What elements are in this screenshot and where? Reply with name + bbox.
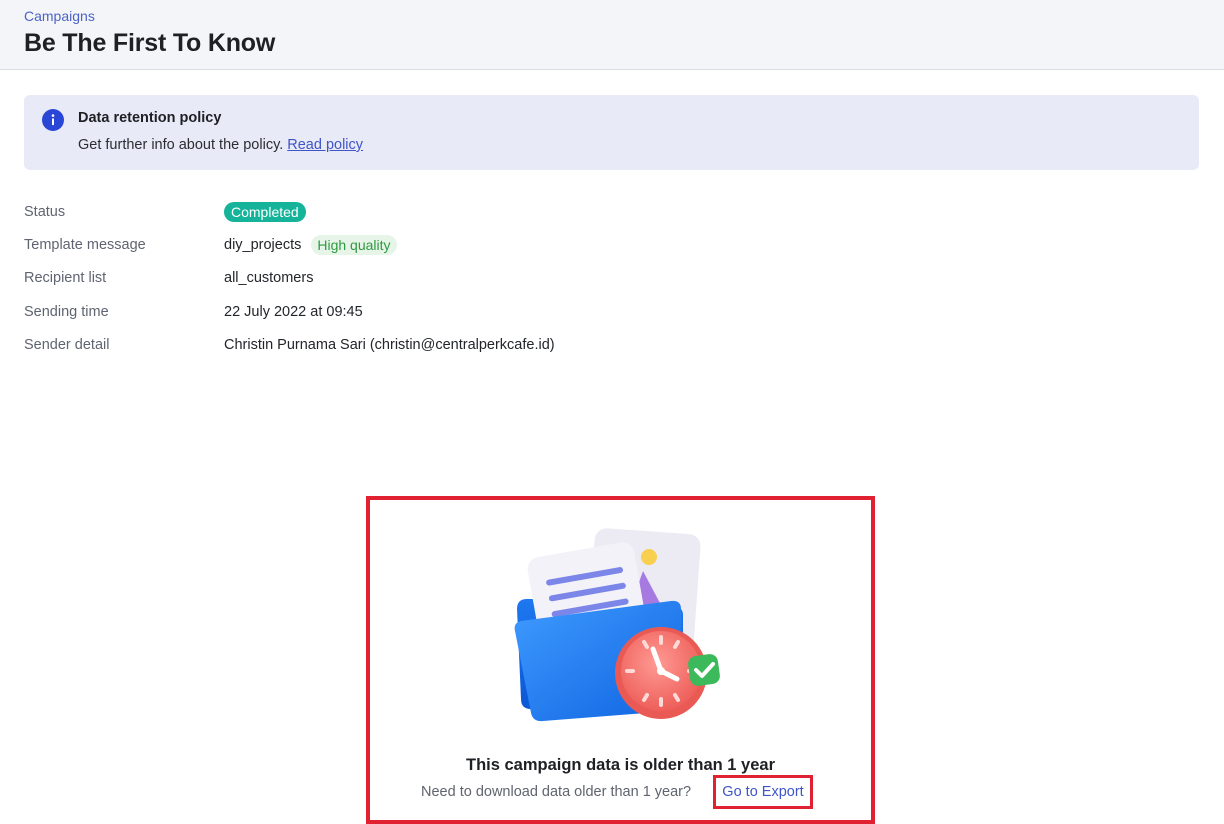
detail-row-sending-time: Sending time 22 July 2022 at 09:45 (24, 300, 724, 324)
detail-row-recipient: Recipient list all_customers (24, 266, 724, 290)
template-label: Template message (24, 237, 146, 253)
detail-row-template: Template message diy_projects High quali… (24, 233, 724, 257)
page-title: Be The First To Know (24, 29, 276, 57)
empty-state-text: Need to download data older than 1 year? (421, 784, 692, 800)
sender-label: Sender detail (24, 337, 110, 353)
template-value: diy_projects High quality (224, 235, 397, 255)
recipient-label: Recipient list (24, 270, 107, 286)
banner-text: Get further info about the policy. Read p… (78, 137, 363, 153)
empty-state-highlight: This campaign data is older than 1 year … (366, 496, 875, 824)
banner-description: Get further info about the policy. (78, 137, 284, 153)
page-header: Campaigns Be The First To Know (0, 0, 1224, 70)
banner-title: Data retention policy (78, 110, 222, 126)
breadcrumb-campaigns[interactable]: Campaigns (24, 8, 95, 24)
folder-clock-illustration (514, 528, 720, 722)
status-label: Status (24, 204, 66, 220)
sending-time-value: 22 July 2022 at 09:45 (224, 304, 363, 320)
sending-time-label: Sending time (24, 304, 109, 320)
export-link-highlight: Go to Export (713, 775, 813, 809)
status-value: Completed (224, 202, 306, 222)
detail-row-status: Status Completed (24, 200, 724, 224)
data-retention-banner: Data retention policy Get further info a… (24, 95, 1199, 170)
read-policy-link[interactable]: Read policy (287, 137, 363, 153)
detail-row-sender: Sender detail Christin Purnama Sari (chr… (24, 333, 724, 357)
go-to-export-link[interactable]: Go to Export (722, 784, 803, 800)
status-badge: Completed (224, 202, 306, 222)
recipient-value: all_customers (224, 270, 314, 286)
sender-value: Christin Purnama Sari (christin@centralp… (224, 337, 555, 353)
info-icon (42, 109, 64, 131)
quality-badge: High quality (311, 235, 397, 255)
empty-state-title: This campaign data is older than 1 year (465, 756, 775, 774)
template-name: diy_projects (224, 237, 302, 253)
